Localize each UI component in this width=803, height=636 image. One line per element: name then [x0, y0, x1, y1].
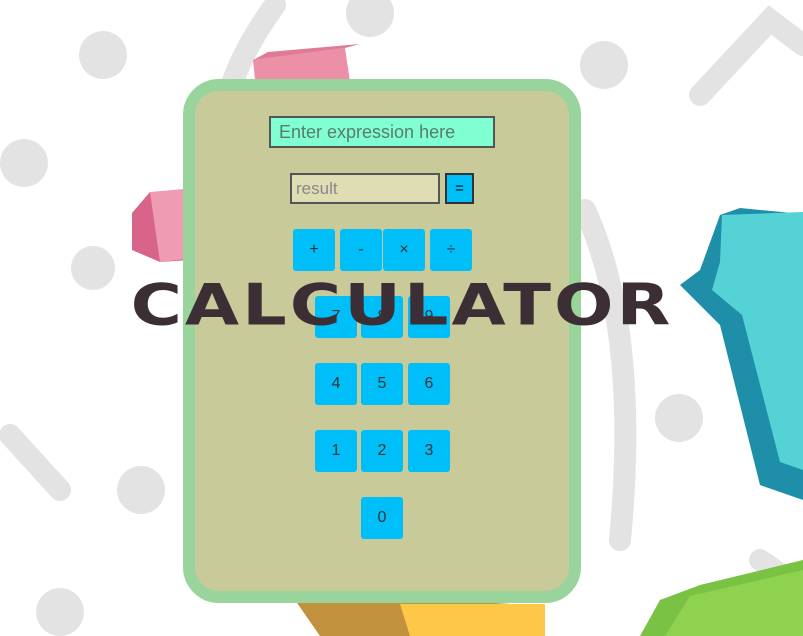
- subtract-button[interactable]: -: [340, 229, 382, 271]
- expression-input[interactable]: [269, 116, 495, 148]
- digit-5-button[interactable]: 5: [361, 363, 403, 405]
- digit-8-button[interactable]: 8: [361, 296, 403, 338]
- add-button[interactable]: +: [293, 229, 335, 271]
- digit-9-button[interactable]: 9: [408, 296, 450, 338]
- result-field[interactable]: [290, 173, 440, 204]
- equals-button[interactable]: =: [445, 173, 474, 204]
- multiply-button[interactable]: ×: [383, 229, 425, 271]
- divide-button[interactable]: ÷: [430, 229, 472, 271]
- digit-1-button[interactable]: 1: [315, 430, 357, 472]
- digit-3-button[interactable]: 3: [408, 430, 450, 472]
- digit-7-button[interactable]: 7: [315, 296, 357, 338]
- digit-2-button[interactable]: 2: [361, 430, 403, 472]
- digit-6-button[interactable]: 6: [408, 363, 450, 405]
- digit-0-button[interactable]: 0: [361, 497, 403, 539]
- digit-4-button[interactable]: 4: [315, 363, 357, 405]
